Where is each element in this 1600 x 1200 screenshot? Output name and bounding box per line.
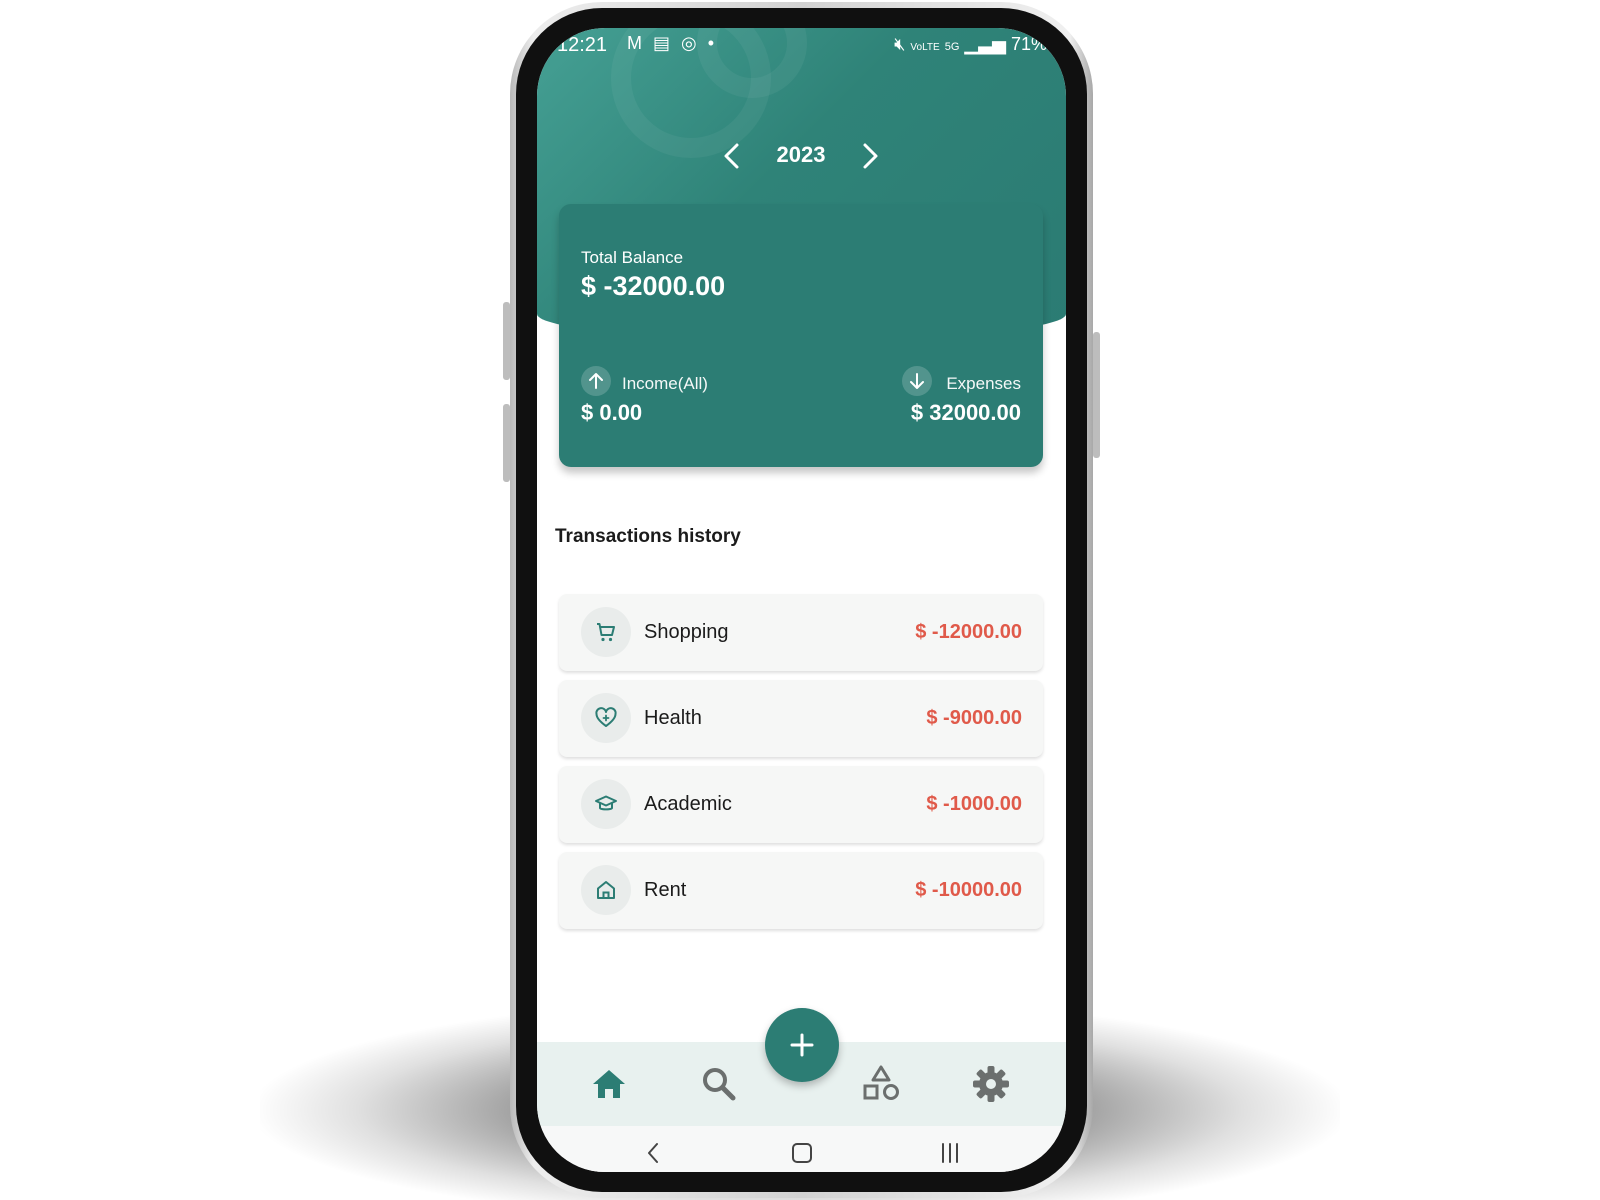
- phone-bezel: 12:21 M ▤ ◎ • 🔇︎ VoLTE 5G ▁▃▅ 71% 2023 T…: [516, 8, 1087, 1192]
- volte-icon: VoLTE: [910, 42, 940, 53]
- transaction-amount: $ -10000.00: [915, 879, 1022, 901]
- income-value: $ 0.00: [581, 400, 643, 425]
- chevron-right-icon[interactable]: [849, 136, 889, 176]
- mute-icon: 🔇︎: [894, 34, 906, 54]
- balance-card: Total Balance $ -32000.00 Income(All) $ …: [559, 204, 1043, 467]
- volume-down-button: [503, 404, 510, 482]
- year-label: 2023: [776, 142, 826, 167]
- graduation-cap-icon: [581, 779, 631, 829]
- power-button: [1093, 332, 1100, 458]
- transaction-name: Academic: [644, 793, 732, 815]
- arrow-down-icon: [902, 366, 932, 396]
- battery-level: 71%: [1010, 34, 1047, 54]
- status-system-icons: 🔇︎ VoLTE 5G ▁▃▅ 71%: [894, 34, 1047, 55]
- plus-icon: [790, 1033, 814, 1057]
- transaction-name: Rent: [644, 879, 687, 901]
- year-selector: 2023: [537, 136, 1066, 176]
- back-icon[interactable]: [639, 1138, 669, 1168]
- calendar-icon: ▤: [653, 33, 674, 53]
- income-label: Income(All): [622, 374, 708, 393]
- settings-icon[interactable]: [969, 1062, 1013, 1106]
- chevron-left-icon[interactable]: [713, 136, 753, 176]
- phone-frame: 12:21 M ▤ ◎ • 🔇︎ VoLTE 5G ▁▃▅ 71% 2023 T…: [503, 2, 1100, 1198]
- arrow-up-icon: [581, 366, 611, 396]
- home-icon: [581, 865, 631, 915]
- transaction-item-health[interactable]: Health $ -9000.00: [559, 680, 1043, 757]
- system-navigation-bar: [537, 1126, 1066, 1172]
- expenses-label: Expenses: [946, 374, 1021, 393]
- phone-screen: 12:21 M ▤ ◎ • 🔇︎ VoLTE 5G ▁▃▅ 71% 2023 T…: [537, 28, 1066, 1172]
- heart-icon: [581, 693, 631, 743]
- dot-icon: •: [707, 33, 718, 53]
- whatsapp-icon: ◎: [681, 33, 700, 53]
- transaction-name: Shopping: [644, 621, 729, 643]
- recent-apps-icon[interactable]: [935, 1138, 965, 1168]
- gmail-icon: M: [627, 33, 645, 53]
- home-icon[interactable]: [587, 1062, 631, 1106]
- status-bar: 12:21 M ▤ ◎ • 🔇︎ VoLTE 5G ▁▃▅ 71%: [557, 33, 1047, 62]
- transaction-amount: $ -1000.00: [926, 793, 1022, 815]
- signal-icon: ▁▃▅: [964, 34, 1006, 54]
- volume-up-button: [503, 302, 510, 380]
- stage: 12:21 M ▤ ◎ • 🔇︎ VoLTE 5G ▁▃▅ 71% 2023 T…: [0, 0, 1600, 1200]
- transaction-amount: $ -9000.00: [926, 707, 1022, 729]
- cart-icon: [581, 607, 631, 657]
- transaction-item-rent[interactable]: Rent $ -10000.00: [559, 852, 1043, 929]
- transaction-name: Health: [644, 707, 702, 729]
- total-balance-value: $ -32000.00: [581, 271, 726, 301]
- 5g-icon: 5G: [944, 41, 960, 53]
- categories-icon[interactable]: [859, 1062, 903, 1106]
- search-icon[interactable]: [697, 1062, 741, 1106]
- add-transaction-button[interactable]: [765, 1008, 839, 1082]
- status-time: 12:21: [557, 34, 608, 56]
- expenses-value: $ 32000.00: [910, 400, 1021, 425]
- total-balance-label: Total Balance: [581, 248, 684, 267]
- transaction-item-shopping[interactable]: Shopping $ -12000.00: [559, 594, 1043, 671]
- status-notification-icons: M ▤ ◎ •: [627, 33, 717, 54]
- transaction-amount: $ -12000.00: [915, 621, 1022, 643]
- transaction-item-academic[interactable]: Academic $ -1000.00: [559, 766, 1043, 843]
- transactions-title: Transactions history: [555, 526, 741, 547]
- home-button-icon[interactable]: [787, 1138, 817, 1168]
